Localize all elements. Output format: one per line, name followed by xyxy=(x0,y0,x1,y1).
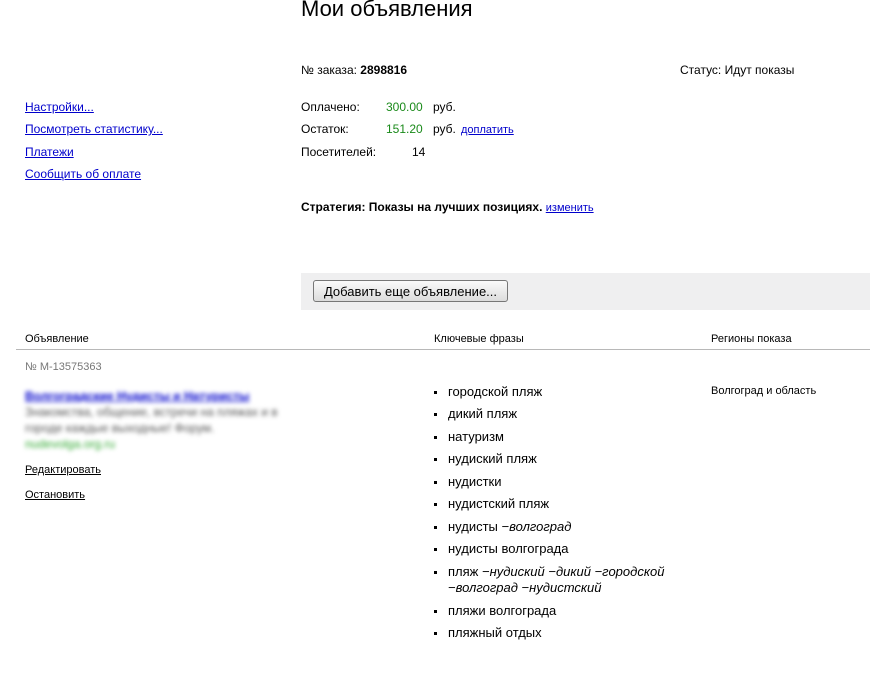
sidebar-link-statistics[interactable]: Посмотреть статистику... xyxy=(25,122,163,136)
paid-label: Оплачено: xyxy=(301,100,360,114)
topup-link[interactable]: доплатить xyxy=(461,124,514,136)
keyword-item: нудисты −волгоград xyxy=(434,519,571,535)
ad-title-link[interactable]: Волгоградские Нудисты и Натуристы xyxy=(25,389,249,403)
keyword-item: нудистский пляж xyxy=(434,496,549,512)
ad-preview: Волгоградские Нудисты и Натуристы Знаком… xyxy=(25,388,295,452)
keyword-item: пляжный отдых xyxy=(434,625,542,641)
visitors-label: Посетителей: xyxy=(301,145,377,159)
balance-value: 151.20 xyxy=(386,122,423,136)
column-header-keywords: Ключевые фразы xyxy=(434,333,524,345)
edit-ad-link[interactable]: Редактировать xyxy=(25,464,101,476)
ad-url: nudevolga.org.ru xyxy=(25,437,116,451)
visitors-value: 14 xyxy=(412,145,426,159)
keyword-item: нудисты волгограда xyxy=(434,541,569,557)
change-strategy-link[interactable]: изменить xyxy=(546,202,594,214)
sidebar-link-report-payment[interactable]: Сообщить об оплате xyxy=(25,167,141,181)
stop-ad-link[interactable]: Остановить xyxy=(25,489,85,501)
column-header-regions: Регионы показа xyxy=(711,333,792,345)
paid-currency: руб. xyxy=(433,100,456,114)
sidebar-link-payments[interactable]: Платежи xyxy=(25,145,74,159)
keyword-item: городской пляж xyxy=(434,384,542,400)
order-number: № заказа: 2898816 xyxy=(301,63,407,77)
order-label: № заказа: xyxy=(301,63,357,77)
status-text: Статус: Идут показы xyxy=(680,63,795,77)
paid-value: 300.00 xyxy=(386,100,423,114)
ad-text: Знакомства, общение, встречи на пляжах и… xyxy=(25,405,278,435)
order-value: 2898816 xyxy=(360,63,408,77)
keyword-item: пляжи волгограда xyxy=(434,603,556,619)
balance-label: Остаток: xyxy=(301,122,349,136)
keyword-item: натуризм xyxy=(434,429,504,445)
keyword-item: дикий пляж xyxy=(434,406,517,422)
sidebar-link-settings[interactable]: Настройки... xyxy=(25,100,94,114)
balance-currency: руб. xyxy=(433,122,456,136)
page-title: Мои объявления xyxy=(301,0,473,21)
ad-id: № M-13575363 xyxy=(25,361,102,373)
strategy-text: Стратегия: Показы на лучших позициях. xyxy=(301,200,543,214)
keyword-item: нудистки xyxy=(434,474,502,490)
keyword-item: нудиский пляж xyxy=(434,451,537,467)
add-ad-button[interactable]: Добавить еще объявление... xyxy=(313,280,508,302)
ad-region: Волгоград и область xyxy=(711,385,817,397)
keyword-item: пляж −нудиский −дикий −городской −волгогр… xyxy=(434,564,664,596)
column-header-ad: Объявление xyxy=(25,333,89,345)
header-divider xyxy=(16,349,870,350)
